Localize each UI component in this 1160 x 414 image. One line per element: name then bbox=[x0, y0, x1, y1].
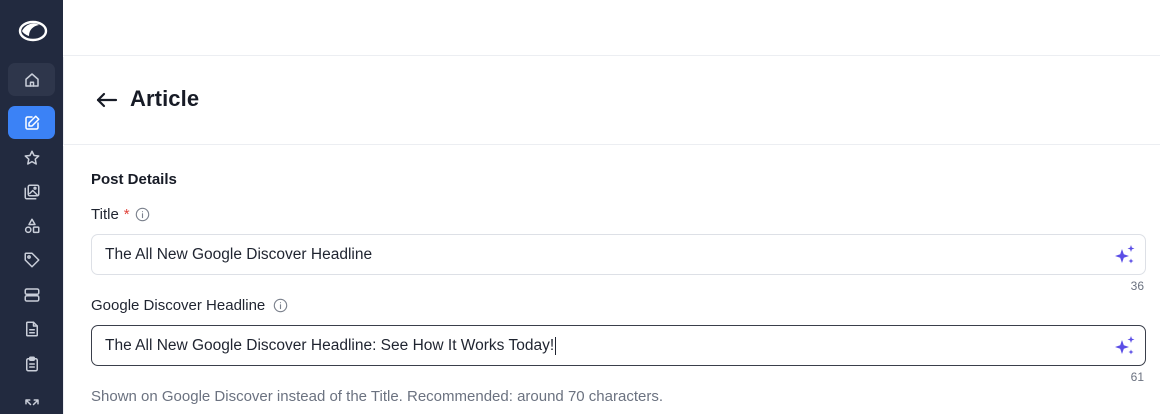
star-icon bbox=[24, 150, 39, 165]
title-input-value: The All New Google Discover Headline bbox=[105, 245, 373, 263]
section-title: Post Details bbox=[91, 171, 177, 188]
page-header: Article bbox=[63, 57, 1160, 145]
edit-icon bbox=[24, 115, 39, 130]
post-details-form: Post Details Title * The All New Google … bbox=[63, 146, 1160, 414]
sidebar-item-shapes[interactable] bbox=[8, 209, 55, 242]
title-label: Title * bbox=[91, 206, 150, 223]
discover-headline-label-text: Google Discover Headline bbox=[91, 297, 266, 314]
info-icon[interactable] bbox=[135, 207, 150, 222]
server-icon bbox=[24, 287, 39, 302]
home-icon bbox=[24, 72, 39, 87]
title-label-text: Title bbox=[91, 206, 119, 223]
text-caret bbox=[555, 336, 557, 355]
shapes-icon bbox=[24, 218, 39, 233]
discover-headline-input-value: The All New Google Discover Headline: Se… bbox=[105, 336, 555, 354]
sidebar bbox=[0, 0, 63, 414]
image-gallery-icon bbox=[24, 184, 39, 199]
required-asterisk: * bbox=[123, 206, 130, 223]
sidebar-item-tags[interactable] bbox=[8, 243, 55, 276]
ai-sparkle-icon[interactable] bbox=[1114, 243, 1136, 267]
sidebar-item-clipboard[interactable] bbox=[8, 347, 55, 380]
sidebar-item-media[interactable] bbox=[8, 175, 55, 208]
app-logo-icon[interactable] bbox=[17, 17, 49, 45]
sidebar-item-home[interactable] bbox=[8, 63, 55, 96]
sidebar-item-edit[interactable] bbox=[8, 106, 55, 139]
sidebar-item-servers[interactable] bbox=[8, 278, 55, 311]
back-arrow-icon[interactable] bbox=[94, 87, 120, 113]
document-icon bbox=[25, 321, 38, 336]
discover-headline-input[interactable]: The All New Google Discover Headline: Se… bbox=[91, 325, 1146, 366]
sidebar-item-favorites[interactable] bbox=[8, 141, 55, 174]
discover-headline-label: Google Discover Headline bbox=[91, 297, 288, 314]
tag-icon bbox=[24, 252, 39, 267]
top-bar bbox=[63, 0, 1160, 56]
discover-headline-helper-text: Shown on Google Discover instead of the … bbox=[91, 388, 663, 405]
ai-sparkle-icon[interactable] bbox=[1114, 334, 1136, 358]
discover-headline-char-count: 61 bbox=[1130, 370, 1144, 384]
title-char-count: 36 bbox=[1130, 279, 1144, 293]
clipboard-icon bbox=[25, 356, 38, 371]
title-input[interactable]: The All New Google Discover Headline bbox=[91, 234, 1146, 275]
sidebar-item-expand[interactable] bbox=[8, 389, 55, 414]
page-title: Article bbox=[130, 86, 200, 111]
expand-icon bbox=[24, 398, 39, 405]
sidebar-item-documents[interactable] bbox=[8, 312, 55, 345]
info-icon[interactable] bbox=[273, 298, 288, 313]
